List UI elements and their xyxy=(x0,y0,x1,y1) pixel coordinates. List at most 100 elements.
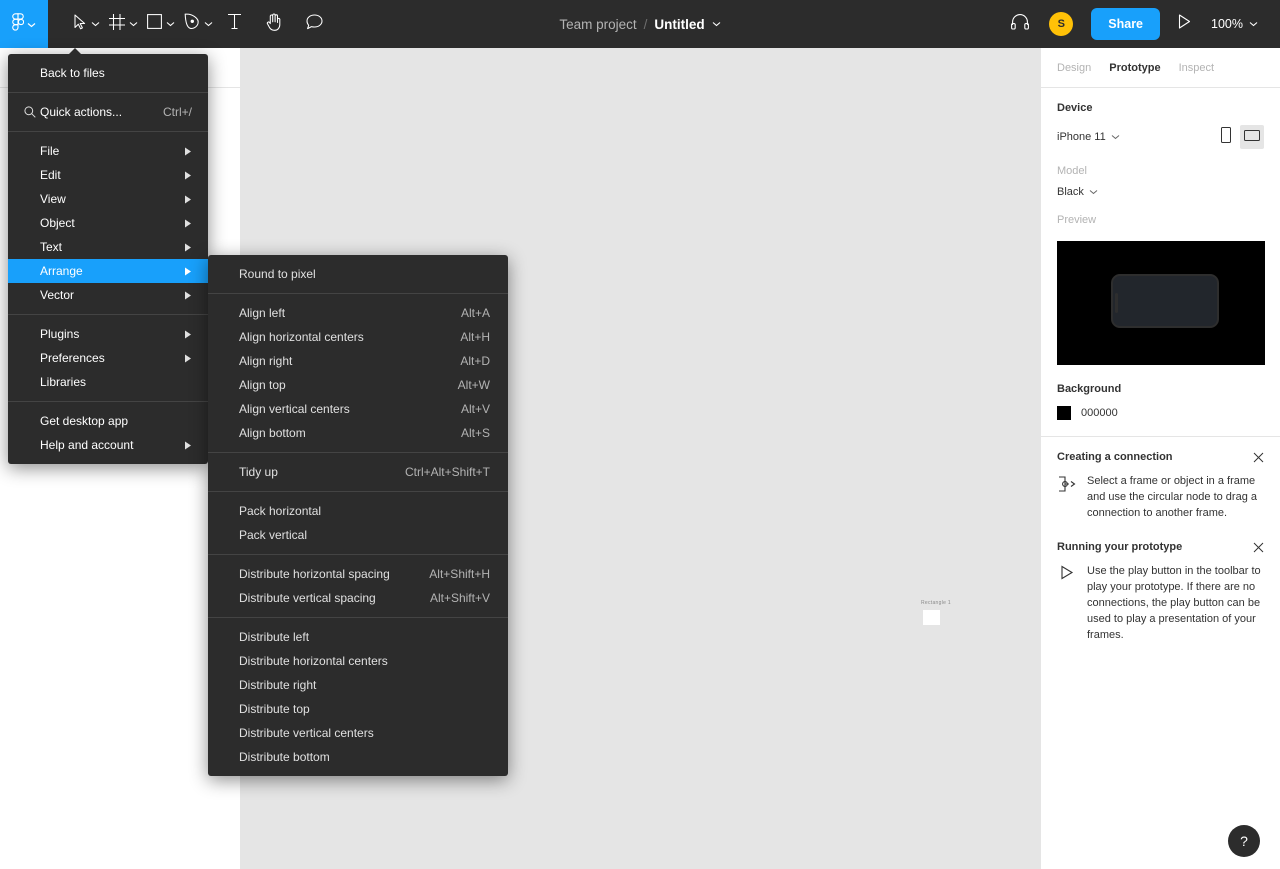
submenu-item-pack-horizontal[interactable]: Pack horizontal xyxy=(208,499,508,523)
device-select-value: iPhone 11 xyxy=(1057,131,1106,143)
menu-item-help-and-account[interactable]: Help and account xyxy=(8,433,208,457)
pen-tool[interactable] xyxy=(177,0,215,48)
file-name[interactable]: Untitled xyxy=(654,17,704,32)
menu-item-object[interactable]: Object xyxy=(8,211,208,235)
square-icon xyxy=(147,14,162,34)
submenu-item-distribute-bottom[interactable]: Distribute bottom xyxy=(208,745,508,769)
chevron-down-icon[interactable] xyxy=(91,21,100,27)
device-label: Device xyxy=(1057,102,1093,114)
play-icon xyxy=(1057,563,1077,643)
submenu-item-align-bottom[interactable]: Align bottom Alt+S xyxy=(208,421,508,445)
background-color-row[interactable]: 000000 xyxy=(1057,406,1264,420)
menu-item-text[interactable]: Text xyxy=(8,235,208,259)
search-icon xyxy=(24,106,36,118)
submenu-item-align-left[interactable]: Align left Alt+A xyxy=(208,301,508,325)
menu-item-quick-actions[interactable]: Quick actions... Ctrl+/ xyxy=(8,100,208,124)
submenu-item-distribute-vertical-spacing[interactable]: Distribute vertical spacing Alt+Shift+V xyxy=(208,586,508,610)
close-icon[interactable] xyxy=(1253,542,1264,553)
submenu-item-distribute-horizontal-centers[interactable]: Distribute horizontal centers xyxy=(208,649,508,673)
device-select[interactable]: iPhone 11 xyxy=(1057,131,1120,143)
menu-item-label: Object xyxy=(40,216,75,230)
menu-item-file[interactable]: File xyxy=(8,139,208,163)
close-icon[interactable] xyxy=(1253,452,1264,463)
submenu-item-distribute-vertical-centers[interactable]: Distribute vertical centers xyxy=(208,721,508,745)
shape-tool[interactable] xyxy=(140,0,177,48)
submenu-item-distribute-horizontal-spacing[interactable]: Distribute horizontal spacing Alt+Shift+H xyxy=(208,562,508,586)
menu-item-edit[interactable]: Edit xyxy=(8,163,208,187)
submenu-item-label: Round to pixel xyxy=(239,267,316,281)
hand-tool[interactable] xyxy=(254,0,294,48)
submenu-item-align-top[interactable]: Align top Alt+W xyxy=(208,373,508,397)
text-tool[interactable] xyxy=(215,0,254,48)
submenu-item-label: Tidy up xyxy=(239,465,278,479)
menu-item-libraries[interactable]: Libraries xyxy=(8,370,208,394)
menu-item-preferences[interactable]: Preferences xyxy=(8,346,208,370)
submenu-item-shortcut: Alt+D xyxy=(460,354,490,368)
submenu-separator xyxy=(208,554,508,555)
present-button[interactable] xyxy=(1168,0,1201,48)
submenu-separator xyxy=(208,452,508,453)
tab-prototype[interactable]: Prototype xyxy=(1109,62,1160,74)
menu-item-arrange[interactable]: Arrange xyxy=(8,259,208,283)
orientation-landscape-button[interactable] xyxy=(1240,125,1264,149)
submenu-item-label: Distribute vertical spacing xyxy=(239,591,376,605)
menu-item-label: Arrange xyxy=(40,264,83,278)
tab-inspect[interactable]: Inspect xyxy=(1179,62,1214,74)
submenu-item-align-horizontal-centers[interactable]: Align horizontal centers Alt+H xyxy=(208,325,508,349)
orientation-portrait-button[interactable] xyxy=(1214,125,1238,149)
submenu-item-align-vertical-centers[interactable]: Align vertical centers Alt+V xyxy=(208,397,508,421)
submenu-item-shortcut: Alt+V xyxy=(460,402,490,416)
menu-item-view[interactable]: View xyxy=(8,187,208,211)
comment-tool[interactable] xyxy=(294,0,335,48)
move-tool[interactable] xyxy=(66,0,102,48)
submenu-item-shortcut: Ctrl+Alt+Shift+T xyxy=(404,465,490,479)
submenu-item-tidy-up[interactable]: Tidy up Ctrl+Alt+Shift+T xyxy=(208,460,508,484)
chevron-down-icon[interactable] xyxy=(204,21,213,27)
menu-item-get-desktop-app[interactable]: Get desktop app xyxy=(8,409,208,433)
submenu-item-shortcut: Alt+W xyxy=(457,378,490,392)
tip-body: Use the play button in the toolbar to pl… xyxy=(1057,563,1264,643)
submenu-item-label: Distribute right xyxy=(239,678,317,692)
canvas-object-label: Rectangle 1 xyxy=(921,600,951,606)
project-name[interactable]: Team project xyxy=(559,17,636,32)
submenu-item-distribute-top[interactable]: Distribute top xyxy=(208,697,508,721)
menu-item-plugins[interactable]: Plugins xyxy=(8,322,208,346)
tab-design[interactable]: Design xyxy=(1057,62,1091,74)
color-swatch[interactable] xyxy=(1057,406,1071,420)
submenu-item-distribute-left[interactable]: Distribute left xyxy=(208,625,508,649)
share-button[interactable]: Share xyxy=(1091,8,1161,40)
submenu-item-round-to-pixel[interactable]: Round to pixel xyxy=(208,262,508,286)
submenu-item-label: Distribute horizontal centers xyxy=(239,654,388,668)
chevron-down-icon[interactable] xyxy=(712,21,721,27)
hand-icon xyxy=(266,13,282,36)
help-button[interactable]: ? xyxy=(1228,825,1260,857)
avatar[interactable]: S xyxy=(1039,0,1083,48)
background-color-value[interactable]: 000000 xyxy=(1081,407,1118,419)
submenu-item-align-right[interactable]: Align right Alt+D xyxy=(208,349,508,373)
landscape-icon xyxy=(1244,128,1260,146)
connection-node-icon xyxy=(1057,473,1077,521)
menu-item-back-to-files[interactable]: Back to files xyxy=(8,61,208,85)
submenu-item-pack-vertical[interactable]: Pack vertical xyxy=(208,523,508,547)
background-label: Background xyxy=(1057,383,1122,395)
main-menu-button[interactable] xyxy=(0,0,48,48)
menu-item-label: Preferences xyxy=(40,351,105,365)
menu-item-vector[interactable]: Vector xyxy=(8,283,208,307)
menu-item-label: Edit xyxy=(40,168,61,182)
chevron-down-icon[interactable] xyxy=(129,21,138,27)
chevron-right-icon xyxy=(184,267,192,276)
audio-call-button[interactable] xyxy=(1001,0,1039,48)
model-select[interactable]: Black xyxy=(1057,186,1264,198)
menu-item-label: Text xyxy=(40,240,63,254)
zoom-control[interactable]: 100% xyxy=(1201,0,1268,48)
frame-tool[interactable] xyxy=(102,0,140,48)
model-select-value: Black xyxy=(1057,186,1084,198)
canvas-rectangle-object[interactable] xyxy=(923,610,940,625)
submenu-item-distribute-right[interactable]: Distribute right xyxy=(208,673,508,697)
chevron-right-icon xyxy=(184,330,192,339)
chevron-down-icon xyxy=(1089,186,1098,198)
chevron-down-icon[interactable] xyxy=(166,21,175,27)
tip-body: Select a frame or object in a frame and … xyxy=(1057,473,1264,521)
chevron-down-icon xyxy=(27,15,36,33)
pen-icon xyxy=(184,13,200,35)
